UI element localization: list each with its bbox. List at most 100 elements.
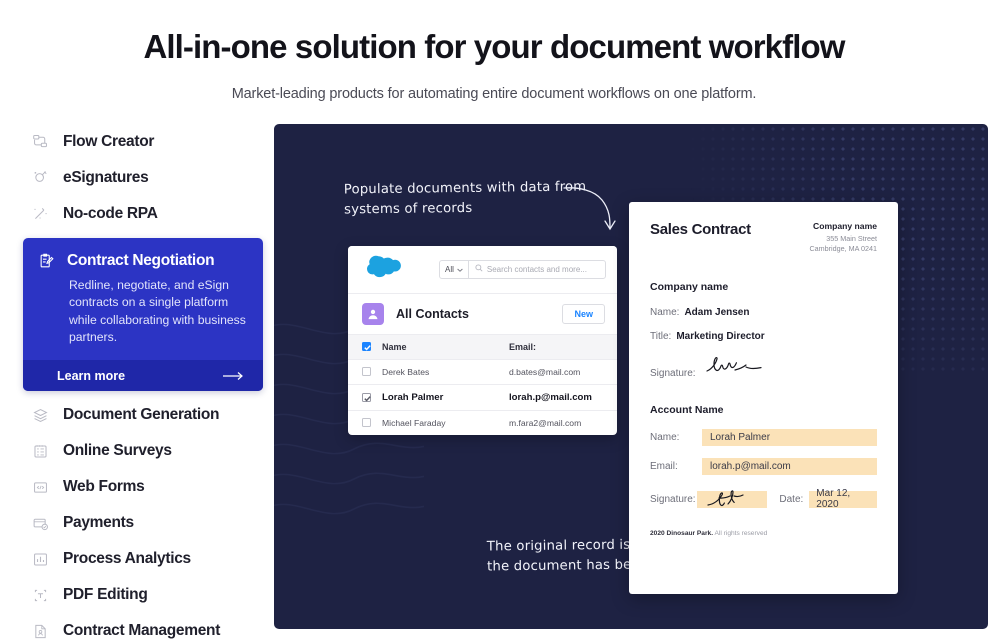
clipboard-edit-icon	[37, 252, 56, 271]
salesforce-cloud-icon	[362, 253, 404, 285]
row-checkbox[interactable]	[362, 418, 371, 428]
cell-email: d.bates@mail.com	[505, 358, 617, 385]
select-all-cell[interactable]	[348, 333, 378, 360]
bar-chart-icon	[31, 550, 50, 569]
document-header: Sales Contract Company name 355 Main Str…	[650, 221, 877, 255]
arrow-right-icon	[223, 371, 245, 381]
sidebar-item-label: Process Analytics	[63, 550, 191, 568]
signature-lorah-palmer-icon	[705, 488, 759, 511]
column-header-name: Name	[378, 333, 505, 360]
sidebar-item-esignatures[interactable]: eSignatures	[14, 160, 272, 196]
esignature-icon	[31, 168, 50, 187]
company-address-line2: Cambridge, MA 0241	[809, 244, 877, 254]
document-title: Sales Contract	[650, 220, 751, 238]
flow-icon	[31, 132, 50, 151]
sidebar-item-process-analytics[interactable]: Process Analytics	[14, 541, 272, 577]
select-all-checkbox[interactable]	[362, 342, 371, 352]
crm-scope-dropdown[interactable]: All	[440, 260, 469, 278]
payment-card-icon	[31, 514, 50, 533]
account-name-value[interactable]: Lorah Palmer	[702, 428, 877, 446]
row-select-cell[interactable]	[348, 409, 378, 435]
layers-icon	[31, 406, 50, 425]
document-account-name-row: Name: Lorah Palmer	[650, 428, 877, 446]
document-account-signature-row: Signature: Date: Mar 12, 2020	[650, 488, 877, 511]
account-email-label: Email:	[650, 460, 678, 472]
signature-adam-jensen-icon	[703, 354, 773, 379]
contract-negotiation-header: Contract Negotiation	[37, 252, 247, 271]
crm-scope-label: All	[445, 264, 454, 274]
crm-search-input[interactable]: Search contacts and more...	[469, 264, 587, 274]
company-name-heading: Company name	[813, 220, 877, 231]
sidebar-item-label: Online Surveys	[63, 442, 172, 460]
sidebar-item-label: Document Generation	[63, 406, 220, 424]
sidebar-item-document-generation[interactable]: Document Generation	[14, 397, 272, 433]
illustration-panel: Populate documents with data from system…	[274, 123, 988, 629]
account-signature-field[interactable]	[697, 488, 768, 511]
sidebar-item-label: Contract Negotiation	[67, 252, 215, 270]
section-company-name: Company name	[650, 280, 729, 293]
company-address-line1: 355 Main Street	[826, 233, 877, 243]
sidebar-item-label: Flow Creator	[63, 132, 155, 150]
date-label: Date:	[779, 493, 804, 505]
contract-negotiation-description: Redline, negotiate, and eSign contracts …	[69, 277, 246, 344]
row-checkbox[interactable]	[362, 392, 371, 402]
sidebar-item-flow-creator[interactable]: Flow Creator	[14, 124, 272, 160]
page-subtitle: Market-leading products for automating e…	[231, 85, 757, 102]
chevron-down-icon	[457, 265, 463, 274]
row-checkbox[interactable]	[362, 367, 371, 377]
account-name-label: Name:	[650, 431, 680, 443]
sidebar-item-payments[interactable]: Payments	[14, 505, 272, 541]
row-select-cell[interactable]	[348, 358, 378, 385]
footer-rights: All rights reserved	[713, 529, 768, 537]
document-footer: 2020 Dinosaur Park. All rights reserved	[650, 530, 877, 537]
document-name-row: Name: Adam Jensen	[650, 307, 877, 318]
document-account-email-row: Email: lorah.p@mail.com	[650, 457, 877, 475]
sidebar-item-contract-negotiation[interactable]: Contract Negotiation Redline, negotiate,…	[23, 237, 263, 392]
survey-icon	[31, 442, 50, 461]
learn-more-button[interactable]: Learn more	[23, 360, 263, 392]
table-header-row: Name Email:	[348, 333, 617, 360]
learn-more-label: Learn more	[57, 368, 126, 383]
crm-toolbar: All Search contacts and more...	[348, 245, 617, 293]
sidebar-item-web-forms[interactable]: Web Forms	[14, 469, 272, 505]
cell-email: lorah.p@mail.com	[505, 383, 617, 411]
crm-list-title: All Contacts	[396, 306, 469, 321]
crm-contacts-card: All Search contacts and more... All Cont…	[348, 245, 617, 435]
contract-doc-icon	[31, 622, 50, 640]
title-value: Marketing Director	[676, 330, 765, 342]
section-account-name: Account Name	[650, 403, 724, 416]
name-value: Adam Jensen	[684, 306, 750, 318]
cell-name: Derek Bates	[378, 358, 505, 385]
main-content: Flow Creator eSignatures No-code RPA Con…	[0, 123, 988, 640]
sidebar-item-pdf-editing[interactable]: PDF Editing	[14, 577, 272, 613]
sidebar-item-label: Web Forms	[63, 478, 145, 496]
table-row[interactable]: Michael Faraday m.fara2@mail.com	[348, 409, 617, 435]
new-contact-button[interactable]: New	[562, 303, 605, 324]
name-label: Name:	[650, 306, 680, 318]
row-select-cell[interactable]	[348, 383, 378, 411]
crm-search-bar[interactable]: All Search contacts and more...	[439, 259, 606, 279]
document-title-row: Title: Marketing Director	[650, 331, 877, 342]
column-header-email: Email:	[505, 333, 617, 360]
pdf-edit-icon	[31, 586, 50, 605]
sidebar-item-label: No-code RPA	[63, 204, 158, 222]
sidebar-item-online-surveys[interactable]: Online Surveys	[14, 433, 272, 469]
cell-email: m.fara2@mail.com	[505, 409, 617, 435]
search-icon	[475, 264, 483, 274]
wand-icon	[31, 204, 50, 223]
table-row[interactable]: Lorah Palmer lorah.p@mail.com	[348, 383, 617, 411]
table-row[interactable]: Derek Bates d.bates@mail.com	[348, 358, 617, 385]
signature-label: Signature:	[650, 367, 696, 379]
cell-name: Michael Faraday	[378, 409, 505, 435]
footer-copyright: 2020 Dinosaur Park.	[650, 529, 714, 537]
account-email-value[interactable]: lorah.p@mail.com	[702, 457, 877, 475]
date-value[interactable]: Mar 12, 2020	[809, 488, 877, 510]
sidebar-item-no-code-rpa[interactable]: No-code RPA	[14, 196, 272, 232]
sidebar-item-label: eSignatures	[63, 168, 149, 186]
sidebar-item-label: Contract Management	[63, 622, 221, 640]
contacts-table: Name Email: Derek Bates d.bates@mail.com	[348, 333, 617, 435]
sales-contract-document: Sales Contract Company name 355 Main Str…	[629, 201, 898, 594]
contract-negotiation-body: Contract Negotiation Redline, negotiate,…	[23, 238, 263, 360]
sidebar-item-label: PDF Editing	[63, 586, 148, 604]
sidebar-item-contract-management[interactable]: Contract Management	[14, 613, 272, 640]
